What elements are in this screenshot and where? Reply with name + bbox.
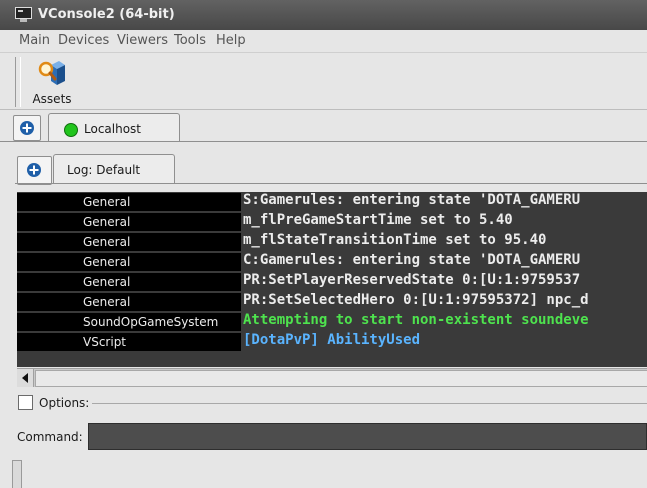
log-message: m_flStateTransitionTime set to 95.40 bbox=[243, 232, 547, 248]
splitter-grip[interactable] bbox=[12, 460, 22, 488]
plus-circle-icon bbox=[20, 121, 34, 135]
options-label: Options: bbox=[39, 396, 90, 410]
log-channel-cell: General bbox=[17, 213, 241, 231]
log-channel-cell: General bbox=[17, 193, 241, 211]
log-channel: General bbox=[83, 295, 131, 309]
magnifier-cube-icon bbox=[38, 61, 65, 85]
window-title: VConsole2 (64-bit) bbox=[38, 7, 175, 22]
menu-bar: Main Devices Viewers Tools Help bbox=[0, 30, 647, 53]
log-row: General PR:SetSelectedHero 0:[U:1:9759537… bbox=[17, 292, 647, 312]
log-channel: VScript bbox=[83, 335, 127, 349]
assets-label: Assets bbox=[32, 92, 72, 106]
tab-log-label: Log: Default bbox=[67, 163, 141, 177]
plus-circle-icon bbox=[27, 163, 41, 177]
app-icon bbox=[15, 7, 32, 22]
tab-log-default[interactable]: Log: Default bbox=[53, 154, 175, 184]
title-bar: VConsole2 (64-bit) bbox=[0, 0, 647, 31]
connection-status-icon bbox=[64, 123, 78, 137]
arrow-left-icon bbox=[22, 373, 28, 383]
toolbar-grip[interactable] bbox=[15, 57, 21, 107]
log-message: C:Gamerules: entering state 'DOTA_GAMERU bbox=[243, 252, 581, 268]
log-channel: General bbox=[83, 275, 131, 289]
log-row: General PR:SetPlayerReservedState 0:[U:1:… bbox=[17, 272, 647, 292]
connection-tab-bar: Localhost bbox=[0, 110, 647, 142]
scrollbar-thumb[interactable] bbox=[35, 370, 647, 387]
log-row: General m_flPreGameStartTime set to 5.40 bbox=[17, 212, 647, 232]
log-message: S:Gamerules: entering state 'DOTA_GAMERU bbox=[243, 192, 581, 208]
menu-viewers[interactable]: Viewers bbox=[117, 33, 168, 48]
log-message: Attempting to start non-existent soundev… bbox=[243, 312, 589, 328]
menu-help[interactable]: Help bbox=[216, 33, 246, 48]
tab-localhost-label: Localhost bbox=[84, 122, 142, 136]
toolbar: Assets bbox=[0, 53, 647, 110]
log-channel: SoundOpGameSystem bbox=[83, 315, 219, 329]
log-row: VScript [DotaPvP] AbilityUsed bbox=[17, 332, 647, 352]
assets-button[interactable]: Assets bbox=[26, 57, 78, 107]
log-channel-cell: VScript bbox=[17, 333, 241, 351]
menu-main[interactable]: Main bbox=[19, 33, 50, 48]
scroll-left-button[interactable] bbox=[17, 369, 34, 387]
horizontal-scrollbar[interactable] bbox=[17, 368, 647, 387]
log-channel: General bbox=[83, 215, 131, 229]
menu-tools[interactable]: Tools bbox=[174, 33, 206, 48]
log-message: m_flPreGameStartTime set to 5.40 bbox=[243, 212, 513, 228]
log-channel-cell: General bbox=[17, 233, 241, 251]
console-output[interactable]: General S:Gamerules: entering state 'DOTA… bbox=[17, 192, 647, 367]
log-channel-cell: General bbox=[17, 293, 241, 311]
log-channel-cell: SoundOpGameSystem bbox=[17, 313, 241, 331]
divider bbox=[92, 403, 647, 404]
log-channel: General bbox=[83, 255, 131, 269]
log-channel-cell: General bbox=[17, 273, 241, 291]
log-row: General S:Gamerules: entering state 'DOTA… bbox=[17, 192, 647, 212]
options-checkbox[interactable] bbox=[18, 395, 33, 410]
log-channel: General bbox=[83, 195, 131, 209]
log-message: PR:SetSelectedHero 0:[U:1:97595372] npc_… bbox=[243, 292, 589, 308]
log-row: SoundOpGameSystem Attempting to start non… bbox=[17, 312, 647, 332]
log-channel-cell: General bbox=[17, 253, 241, 271]
status-bar bbox=[0, 456, 647, 488]
divider bbox=[15, 183, 647, 184]
add-log-tab-button[interactable] bbox=[17, 156, 52, 185]
command-input[interactable] bbox=[88, 423, 647, 450]
command-label: Command: bbox=[17, 430, 83, 444]
log-row: General C:Gamerules: entering state 'DOTA… bbox=[17, 252, 647, 272]
tab-localhost[interactable]: Localhost bbox=[48, 113, 180, 142]
add-connection-button[interactable] bbox=[13, 115, 41, 141]
log-row: General m_flStateTransitionTime set to 95… bbox=[17, 232, 647, 252]
menu-devices[interactable]: Devices bbox=[58, 33, 109, 48]
log-message: [DotaPvP] AbilityUsed bbox=[243, 332, 421, 348]
log-channel: General bbox=[83, 235, 131, 249]
log-message: PR:SetPlayerReservedState 0:[U:1:9759537 bbox=[243, 272, 581, 288]
